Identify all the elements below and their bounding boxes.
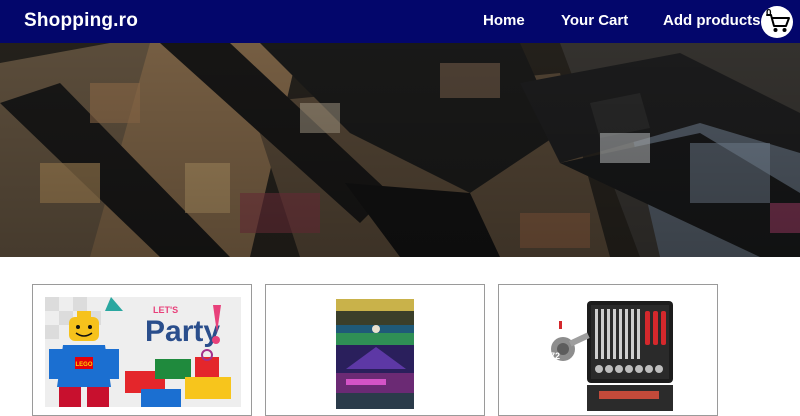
nav-cart-link[interactable]: Your Cart xyxy=(561,12,628,29)
navbar: Shopping.ro Home Your Cart Add products … xyxy=(0,0,800,43)
party-text: Party xyxy=(145,315,220,348)
game-collage-image xyxy=(336,299,414,409)
cart-button[interactable]: 0 xyxy=(761,6,793,38)
product-card[interactable] xyxy=(265,284,485,416)
cart-count-badge: 0 xyxy=(766,8,772,19)
market-photo xyxy=(0,43,800,257)
product-card[interactable]: 72 xyxy=(498,284,718,416)
tool-count-badge: 72 xyxy=(550,351,560,361)
lego-party-image: LEGO LET'S Party xyxy=(45,297,241,407)
lego-logo-text: LEGO xyxy=(75,362,92,368)
lets-text: LET'S xyxy=(153,305,178,315)
brand-logo[interactable]: Shopping.ro xyxy=(24,10,138,32)
tool-case-image: 72 xyxy=(550,301,673,411)
product-card[interactable]: LEGO LET'S Party xyxy=(32,284,252,416)
nav-add-products-link[interactable]: Add products xyxy=(663,12,761,29)
nav-home-link[interactable]: Home xyxy=(483,12,525,29)
hero-carousel[interactable] xyxy=(0,43,800,257)
